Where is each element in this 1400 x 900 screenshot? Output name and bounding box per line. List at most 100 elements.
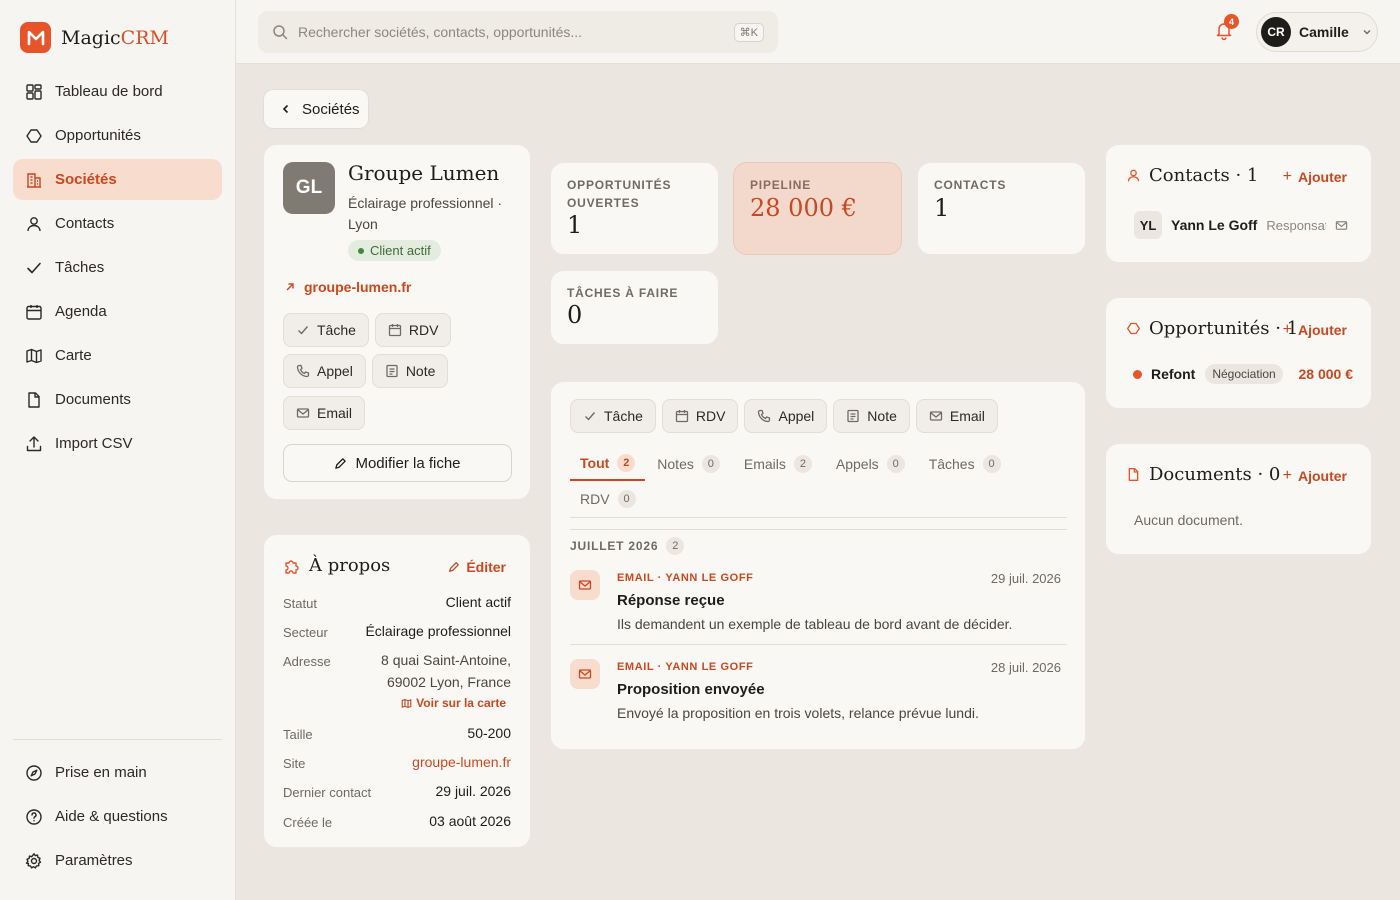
add-call-button[interactable]: Appel xyxy=(283,354,366,388)
company-website-link[interactable]: groupe-lumen.fr xyxy=(284,279,411,295)
nav-label: Aide & questions xyxy=(55,808,168,825)
row-value: 03 août 2026 xyxy=(429,813,511,829)
dashboard-icon xyxy=(26,83,42,100)
nav-divider xyxy=(13,739,222,740)
item-body: Envoyé la proposition en trois volets, r… xyxy=(617,705,979,721)
nav-item-getting-started[interactable]: Prise en main xyxy=(13,752,222,793)
footer-nav: Prise en main Aide & questions Paramètre… xyxy=(13,752,222,884)
contacts-panel: Contacts · 1 + Ajouter YL Yann Le Goff Re… xyxy=(1105,144,1372,263)
topbar: ⌘K 4 CR Camille xyxy=(236,0,1400,64)
send-email-button[interactable]: Email xyxy=(283,396,366,430)
tab-calls[interactable]: Appels 0 xyxy=(824,447,917,481)
hexagon-icon xyxy=(26,128,42,143)
user-icon xyxy=(1127,169,1140,182)
documents-panel: Documents · 0 + Ajouter Aucun document. xyxy=(1105,443,1372,555)
nav-item-contacts[interactable]: Contacts xyxy=(13,203,222,244)
building-icon xyxy=(27,172,41,188)
puzzle-icon xyxy=(285,559,299,574)
opportunity-amount: 28 000 € xyxy=(1298,366,1354,382)
nav-item-documents[interactable]: Documents xyxy=(13,379,222,420)
mail-icon xyxy=(570,659,600,689)
calendar-icon xyxy=(388,324,402,337)
activity-task-button[interactable]: Tâche xyxy=(570,399,656,433)
view-on-map-link[interactable]: Voir sur la carte xyxy=(401,696,506,710)
help-icon xyxy=(26,808,42,825)
nav-item-companies[interactable]: Sociétés xyxy=(13,159,222,200)
activity-note-button[interactable]: Note xyxy=(833,399,910,433)
nav-item-settings[interactable]: Paramètres xyxy=(13,840,222,881)
nav-label: Sociétés xyxy=(55,171,117,188)
timeline-item[interactable]: EMAIL · YANN LE GOFF 29 juil. 2026 Répon… xyxy=(570,568,1067,645)
pencil-icon xyxy=(335,457,347,469)
contact-item[interactable]: YL Yann Le Goff Responsat xyxy=(1134,209,1364,241)
company-name: Groupe Lumen xyxy=(348,161,500,185)
stat-open-opportunities: Opportunités ouvertes 1 xyxy=(550,162,719,255)
back-button[interactable]: Sociétés xyxy=(263,89,369,129)
opportunities-title: Opportunités · 1 xyxy=(1149,318,1299,339)
nav-item-tasks[interactable]: Tâches xyxy=(13,247,222,288)
activity-meeting-button[interactable]: RDV xyxy=(661,399,739,433)
add-document-button[interactable]: + Ajouter xyxy=(1283,467,1347,485)
stat-value: 1 xyxy=(567,211,583,239)
opportunities-panel: Opportunités · 1 + Ajouter Refont Négocia… xyxy=(1105,297,1372,409)
item-date: 29 juil. 2026 xyxy=(990,571,1061,586)
map-icon xyxy=(26,348,42,363)
contact-name: Yann Le Goff xyxy=(1171,217,1258,233)
nav-label: Contacts xyxy=(55,215,115,232)
tab-all[interactable]: Tout 2 xyxy=(570,447,646,481)
opportunity-name: Refont xyxy=(1151,366,1196,382)
app-logo[interactable]: MagicCRM xyxy=(20,22,169,53)
nav-item-map[interactable]: Carte xyxy=(13,335,222,376)
about-edit-button[interactable]: Éditer xyxy=(448,559,506,575)
nav-item-import-csv[interactable]: Import CSV xyxy=(13,423,222,464)
tab-emails[interactable]: Emails 2 xyxy=(732,447,824,481)
activity-email-button[interactable]: Email xyxy=(915,399,998,433)
pencil-icon xyxy=(449,562,460,572)
item-kind: EMAIL · YANN LE GOFF xyxy=(617,661,754,673)
map-icon xyxy=(401,698,412,708)
nav-item-dashboard[interactable]: Tableau de bord xyxy=(13,71,222,112)
activity-call-button[interactable]: Appel xyxy=(744,399,828,433)
stat-label: Tâches à faire xyxy=(567,286,679,300)
add-note-button[interactable]: Note xyxy=(371,354,449,388)
user-menu[interactable]: CR Camille xyxy=(1256,12,1378,52)
upload-icon xyxy=(26,435,42,451)
tab-meetings[interactable]: RDV 0 xyxy=(570,482,646,516)
tabs-divider xyxy=(570,517,1067,518)
edit-company-button[interactable]: Modifier la fiche xyxy=(283,444,512,482)
nav-item-opportunities[interactable]: Opportunités xyxy=(13,115,222,156)
opportunity-item[interactable]: Refont Négociation 28 000 € xyxy=(1133,360,1353,388)
documents-empty-state: Aucun document. xyxy=(1134,512,1243,528)
avatar: CR xyxy=(1261,17,1291,47)
nav-label: Tableau de bord xyxy=(55,83,163,100)
main-nav: Tableau de bord Opportunités Sociétés Co… xyxy=(13,71,222,467)
file-icon xyxy=(1128,468,1139,481)
add-task-button[interactable]: Tâche xyxy=(283,313,369,347)
mail-icon[interactable] xyxy=(1335,219,1348,232)
notifications-button[interactable]: 4 xyxy=(1214,14,1239,42)
add-contact-button[interactable]: + Ajouter xyxy=(1283,168,1347,186)
nav-label: Prise en main xyxy=(55,764,147,781)
row-label: Créée le xyxy=(283,815,333,830)
site-link[interactable]: groupe-lumen.fr xyxy=(412,754,511,770)
row-value: Éclairage professionnel xyxy=(365,623,511,639)
row-label: Statut xyxy=(283,596,317,611)
item-title: Proposition envoyée xyxy=(617,681,765,698)
add-meeting-button[interactable]: RDV xyxy=(374,313,452,347)
month-label: Juillet 2026 xyxy=(570,539,659,553)
nav-label: Agenda xyxy=(55,303,107,320)
tab-notes[interactable]: Notes 0 xyxy=(645,447,732,481)
nav-item-help[interactable]: Aide & questions xyxy=(13,796,222,837)
search-bar[interactable]: ⌘K xyxy=(258,11,778,53)
add-opportunity-button[interactable]: + Ajouter xyxy=(1283,321,1347,339)
note-icon xyxy=(386,364,398,378)
logo-mark-icon xyxy=(20,22,51,53)
row-label: Dernier contact xyxy=(283,785,372,800)
documents-title: Documents · 0 xyxy=(1149,464,1281,485)
search-input[interactable] xyxy=(298,24,724,40)
tab-tasks[interactable]: Tâches 0 xyxy=(917,447,1013,481)
timeline-item[interactable]: EMAIL · YANN LE GOFF 28 juil. 2026 Propo… xyxy=(570,657,1067,734)
row-label: Site xyxy=(283,756,306,771)
stat-label: Opportunités ouvertes xyxy=(567,178,672,210)
nav-item-agenda[interactable]: Agenda xyxy=(13,291,222,332)
